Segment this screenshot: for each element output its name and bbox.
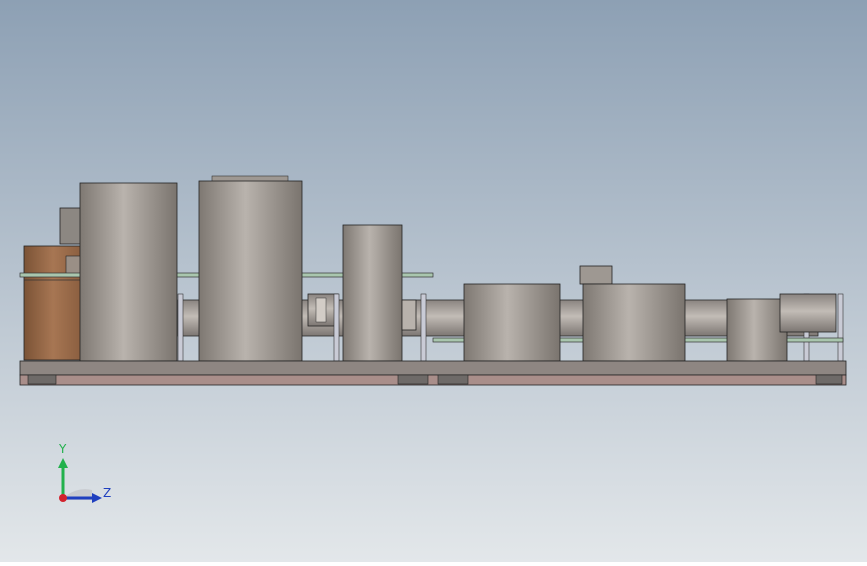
shaft-coupling-2 [401,299,417,331]
capacitor-short-3 [726,298,788,362]
capacitor-large-left [79,182,178,362]
z-axis-label: Z [103,486,112,500]
capacitor-large-right [198,175,303,362]
shaft-end-coupling [779,293,837,333]
base-plate [19,360,847,386]
shaft-coupling-1 [307,293,339,327]
y-axis-label: Y [59,442,67,456]
capacitor-short-1 [463,283,561,362]
assembly-side-view [0,0,867,562]
capacitor-medium [342,224,403,362]
cad-viewport[interactable]: Y Z [0,0,867,562]
x-axis-dot [59,494,67,502]
